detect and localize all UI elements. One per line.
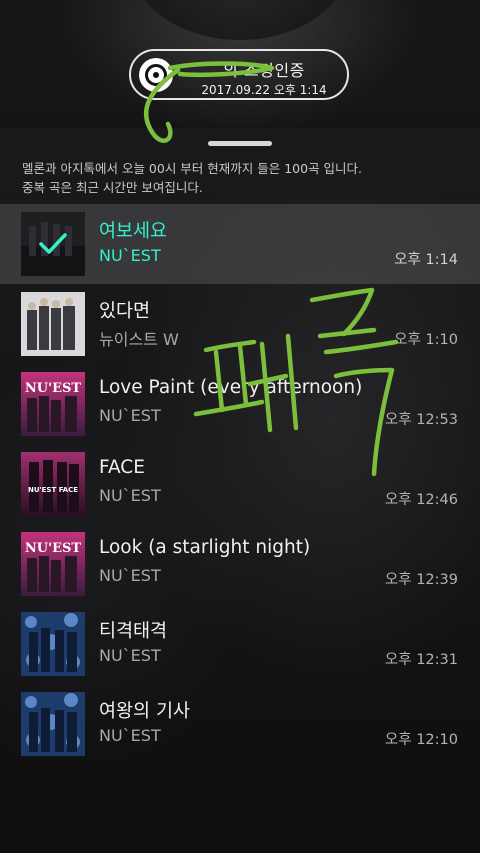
notice-line-1: 멜론과 아지톡에서 오늘 00시 부터 현재까지 들은 100곡 입니다.: [22, 161, 363, 176]
album-cover-text: NU'EST: [25, 381, 81, 396]
album-cover: NU'EST FACE: [21, 452, 85, 516]
song-row[interactable]: 여왕의 기사 NU`EST 오후 12:10: [0, 684, 480, 764]
album-cover: [21, 692, 85, 756]
streaming-certificate-header: 의 스밍인증 2017.09.22 오후 1:14: [129, 49, 349, 100]
notice-line-2: 중복 곡은 최근 시간만 보여집니다.: [22, 180, 203, 195]
song-row[interactable]: 여보세요 NU`EST 오후 1:14: [0, 204, 480, 284]
song-row[interactable]: 티격태격 NU`EST 오후 12:31: [0, 604, 480, 684]
selected-check-icon: [21, 212, 85, 276]
song-title: 있다면: [99, 301, 151, 322]
song-row[interactable]: NU'EST FACE FACE NU`EST 오후 12:46: [0, 444, 480, 524]
song-title: Love Paint (every afternoon): [99, 377, 363, 398]
play-time: 오후 1:10: [394, 332, 458, 348]
album-cover: [21, 612, 85, 676]
play-time: 오후 12:39: [384, 572, 458, 588]
song-artist: NU`EST: [99, 246, 161, 265]
song-row[interactable]: NU'EST Love Paint (every afternoon) NU`E…: [0, 364, 480, 444]
play-time: 오후 12:31: [384, 652, 458, 668]
song-row[interactable]: 있다면 뉴이스트 W 오후 1:10: [0, 284, 480, 364]
song-artist: NU`EST: [99, 566, 161, 585]
album-cover-text: NU'EST: [25, 541, 81, 556]
sheet-drag-handle[interactable]: [208, 141, 272, 146]
song-artist: NU`EST: [99, 406, 161, 425]
melon-logo-icon: [139, 58, 173, 92]
play-time: 오후 12:10: [384, 732, 458, 748]
song-artist: NU`EST: [99, 646, 161, 665]
song-title: Look (a starlight night): [99, 537, 311, 558]
album-cover: NU'EST: [21, 532, 85, 596]
play-time: 오후 12:46: [384, 492, 458, 508]
album-cover: [21, 292, 85, 356]
song-artist: NU`EST: [99, 486, 161, 505]
header-title: 의 스밍인증: [223, 61, 305, 80]
album-cover: NU'EST: [21, 372, 85, 436]
song-artist: NU`EST: [99, 726, 161, 745]
header-date: 2017.09.22 오후 1:14: [201, 83, 327, 97]
song-title: 여보세요: [99, 221, 168, 242]
song-title: 여왕의 기사: [99, 701, 190, 722]
play-time: 오후 1:14: [394, 252, 458, 268]
album-cover-text: NU'EST FACE: [28, 486, 78, 494]
song-artist: 뉴이스트 W: [99, 330, 179, 349]
album-cover: [21, 212, 85, 276]
song-title: FACE: [99, 457, 145, 478]
notice-text: 멜론과 아지톡에서 오늘 00시 부터 현재까지 들은 100곡 입니다. 중복…: [22, 159, 472, 197]
song-title: 티격태격: [99, 621, 168, 642]
song-row[interactable]: NU'EST Look (a starlight night) NU`EST 오…: [0, 524, 480, 604]
play-time: 오후 12:53: [384, 412, 458, 428]
